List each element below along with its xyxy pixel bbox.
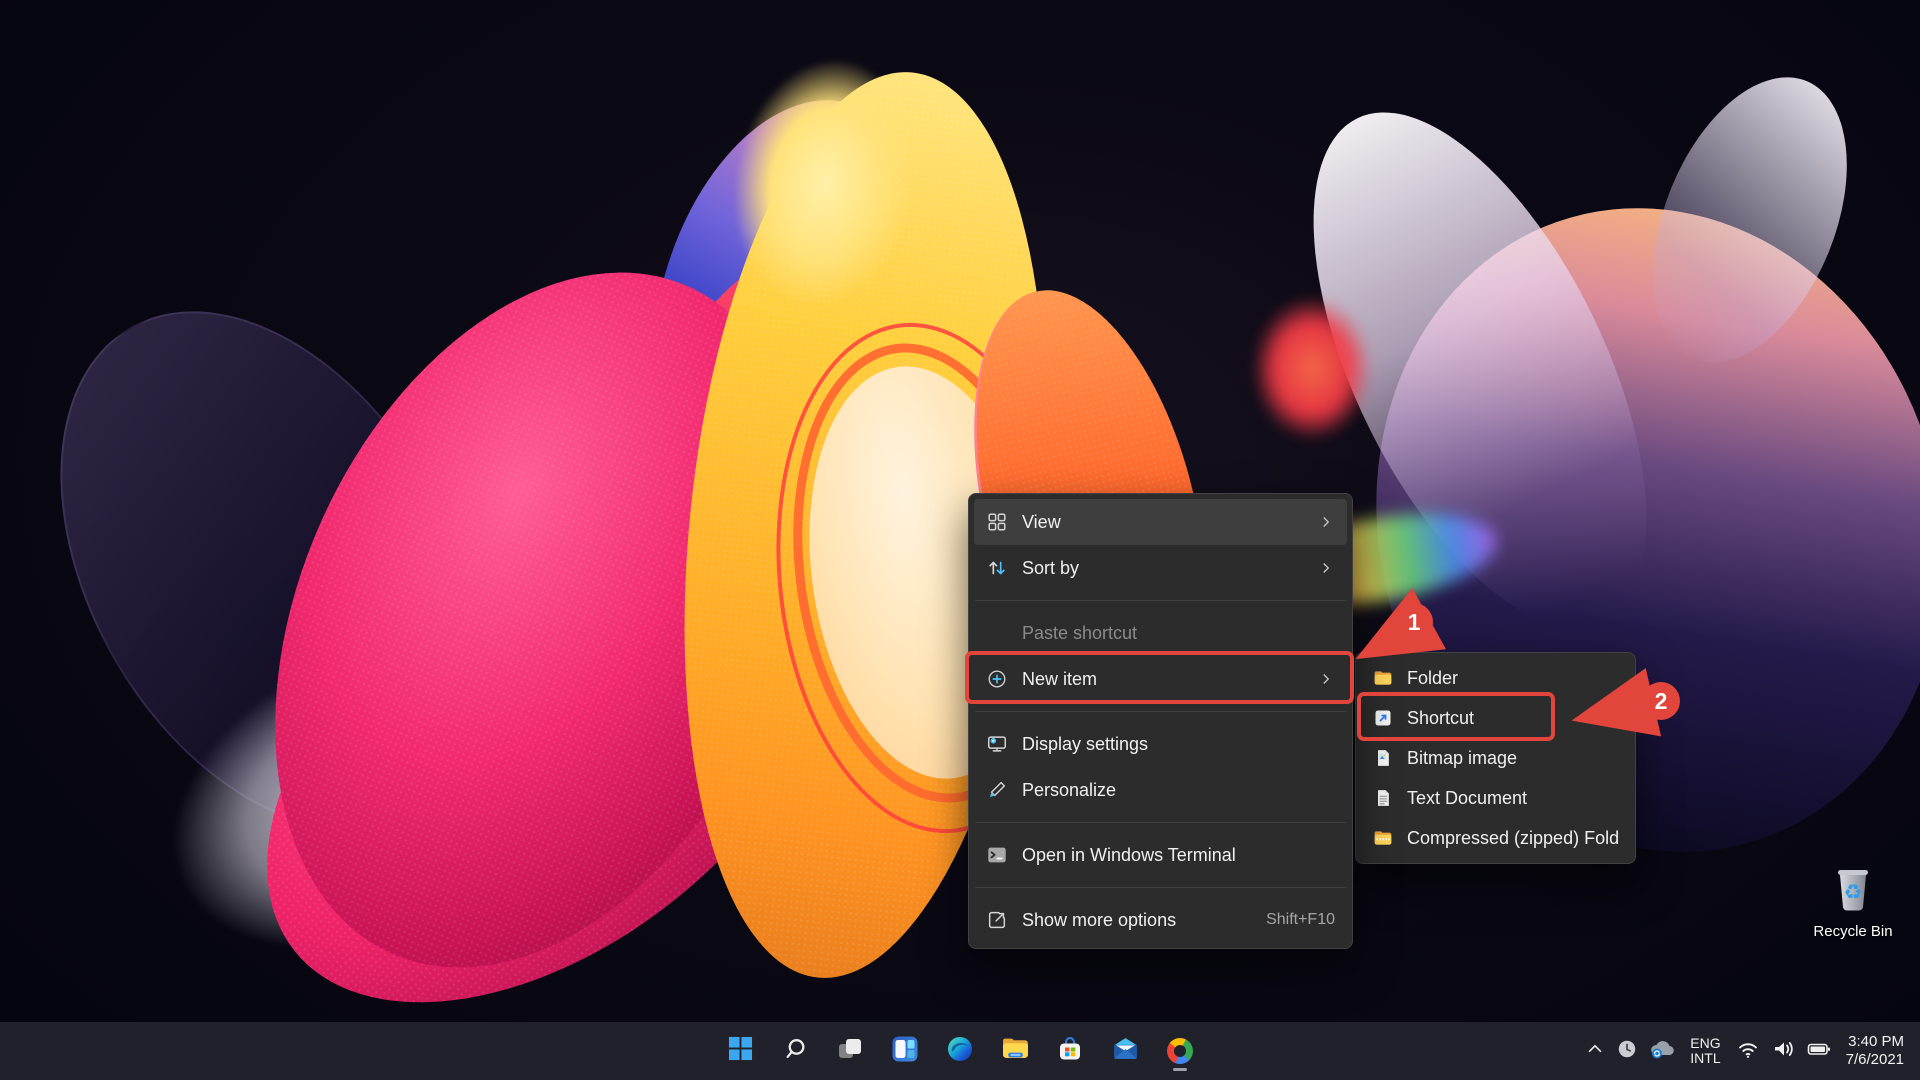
widgets-button[interactable]	[884, 1030, 927, 1073]
desktop-context-menu: View Sort by Paste shortcut New item	[968, 493, 1353, 949]
tray-date: 7/6/2021	[1846, 1051, 1904, 1069]
submenu-item-label: Text Document	[1407, 788, 1618, 809]
new-item-plus-icon	[986, 668, 1008, 690]
mail-icon	[1112, 1035, 1139, 1067]
submenu-item-shortcut[interactable]: Shortcut	[1361, 698, 1630, 738]
start-button[interactable]	[719, 1030, 762, 1073]
microsoft-store-button[interactable]	[1049, 1030, 1092, 1073]
tray-time: 3:40 PM	[1848, 1033, 1904, 1051]
bitmap-image-icon	[1373, 748, 1393, 768]
menu-item-display-settings[interactable]: Display settings	[974, 721, 1347, 767]
zipped-folder-icon	[1373, 828, 1393, 848]
menu-item-label: View	[1022, 512, 1309, 533]
wallpaper-petal-red-glow	[1252, 296, 1372, 441]
submenu-item-label: Folder	[1407, 668, 1618, 689]
personalize-brush-icon	[986, 779, 1008, 801]
menu-item-sort-by[interactable]: Sort by	[974, 545, 1347, 591]
new-item-submenu: Folder Shortcut Bitmap image	[1355, 652, 1636, 864]
submenu-item-label: Compressed (zipped) Folder	[1407, 828, 1618, 849]
recycle-bin-icon: ♻	[1830, 866, 1876, 919]
search-icon	[783, 1036, 808, 1066]
windows-start-icon	[728, 1036, 753, 1066]
menu-separator	[975, 711, 1346, 712]
chevron-right-icon	[1317, 513, 1335, 531]
mail-button[interactable]	[1104, 1030, 1147, 1073]
file-explorer-button[interactable]	[994, 1030, 1037, 1073]
windows-terminal-icon	[986, 844, 1008, 866]
menu-item-label: New item	[1022, 669, 1309, 690]
sort-arrows-icon	[986, 557, 1008, 579]
menu-item-view[interactable]: View	[974, 499, 1347, 545]
language-code: ENG	[1690, 1036, 1720, 1051]
keyboard-layout-code: INTL	[1690, 1051, 1720, 1066]
svg-text:♻: ♻	[1844, 880, 1863, 904]
text-document-icon	[1373, 788, 1393, 808]
quick-settings-button[interactable]	[1730, 1030, 1837, 1072]
file-explorer-icon	[1002, 1035, 1029, 1067]
taskbar: ENG INTL	[0, 1022, 1920, 1080]
chevron-right-icon	[1317, 670, 1335, 688]
task-view-icon	[837, 1036, 863, 1067]
submenu-item-bitmap-image[interactable]: Bitmap image	[1361, 738, 1630, 778]
submenu-item-compressed-folder[interactable]: Compressed (zipped) Folder	[1361, 818, 1630, 858]
taskbar-clock[interactable]: 3:40 PM 7/6/2021	[1837, 1033, 1908, 1069]
show-more-options-icon	[986, 909, 1008, 931]
running-app-indicator	[1173, 1068, 1187, 1071]
edge-browser-button[interactable]	[939, 1030, 982, 1073]
menu-item-label: Paste shortcut	[1022, 623, 1335, 644]
menu-separator	[975, 822, 1346, 823]
search-button[interactable]	[774, 1030, 817, 1073]
menu-item-label: Display settings	[1022, 734, 1335, 755]
task-view-button[interactable]	[829, 1030, 872, 1073]
folder-icon	[1373, 668, 1393, 688]
chevron-right-icon	[1317, 559, 1335, 577]
desktop-wallpaper[interactable]	[0, 0, 1920, 1080]
recycle-bin-label: Recycle Bin	[1813, 923, 1892, 940]
display-settings-icon	[986, 733, 1008, 755]
menu-item-label: Personalize	[1022, 780, 1335, 801]
tray-clock-app-button[interactable]	[1611, 1030, 1643, 1072]
battery-icon	[1805, 1037, 1832, 1066]
menu-item-personalize[interactable]: Personalize	[974, 767, 1347, 813]
widgets-icon	[892, 1036, 918, 1067]
wifi-icon	[1735, 1037, 1761, 1066]
menu-item-new-item[interactable]: New item	[974, 656, 1347, 702]
menu-item-open-in-windows-terminal[interactable]: Open in Windows Terminal	[974, 832, 1347, 878]
empty-icon-spacer	[986, 622, 1008, 644]
shortcut-icon	[1373, 708, 1393, 728]
menu-item-label: Open in Windows Terminal	[1022, 845, 1335, 866]
menu-item-shortcut-key: Shift+F10	[1266, 911, 1335, 929]
submenu-item-label: Bitmap image	[1407, 748, 1618, 769]
chrome-browser-button[interactable]	[1159, 1030, 1202, 1073]
submenu-item-folder[interactable]: Folder	[1361, 658, 1630, 698]
language-switcher[interactable]: ENG INTL	[1681, 1036, 1729, 1066]
recycle-bin-desktop-icon[interactable]: ♻ Recycle Bin	[1810, 866, 1896, 940]
edge-icon	[947, 1036, 973, 1067]
microsoft-store-icon	[1057, 1036, 1083, 1067]
onedrive-button[interactable]	[1643, 1030, 1681, 1072]
menu-separator	[975, 887, 1346, 888]
chrome-icon	[1167, 1038, 1193, 1064]
view-grid-icon	[986, 511, 1008, 533]
volume-icon	[1770, 1037, 1796, 1066]
taskbar-system-tray: ENG INTL	[1579, 1022, 1920, 1080]
menu-item-paste-shortcut[interactable]: Paste shortcut	[974, 610, 1347, 656]
submenu-item-text-document[interactable]: Text Document	[1361, 778, 1630, 818]
menu-separator	[975, 600, 1346, 601]
onedrive-cloud-sync-icon	[1648, 1037, 1676, 1066]
hidden-icons-button[interactable]	[1579, 1030, 1611, 1072]
menu-item-label: Sort by	[1022, 558, 1309, 579]
menu-item-label: Show more options	[1022, 910, 1254, 931]
chevron-up-icon	[1584, 1038, 1606, 1065]
clock-tray-icon	[1616, 1038, 1638, 1065]
submenu-item-label: Shortcut	[1407, 708, 1618, 729]
menu-item-show-more-options[interactable]: Show more options Shift+F10	[974, 897, 1347, 943]
